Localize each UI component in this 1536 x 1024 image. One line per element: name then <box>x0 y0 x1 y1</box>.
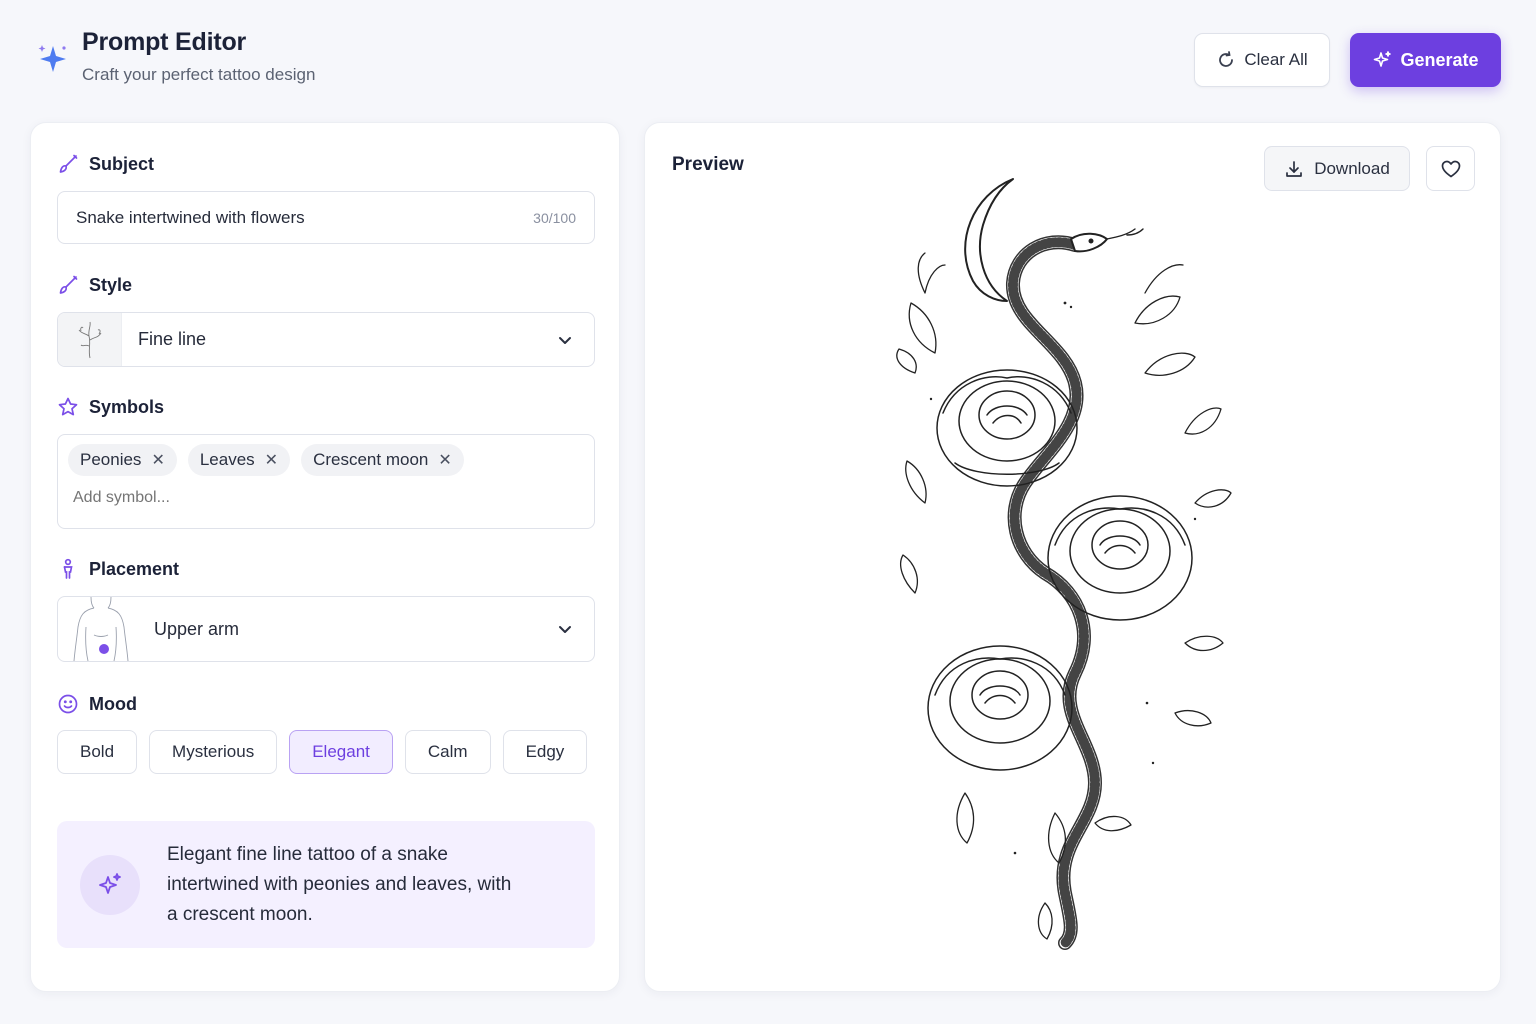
style-thumbnail <box>58 313 122 366</box>
style-section-label: Style <box>57 274 132 296</box>
add-symbol-input[interactable] <box>73 489 373 507</box>
chevron-down-icon <box>559 336 571 344</box>
mood-options: Bold Mysterious Elegant Calm Edgy <box>57 730 588 774</box>
download-icon <box>1286 160 1303 177</box>
symbol-chip: Crescent moon ✕ <box>301 444 464 476</box>
sparkle-icon <box>1374 51 1392 67</box>
mood-option-mysterious[interactable]: Mysterious <box>149 730 278 774</box>
subject-section-label: Subject <box>57 153 154 175</box>
page-title: Prompt Editor <box>82 28 247 56</box>
page-subtitle: Craft your perfect tattoo design <box>82 65 316 84</box>
chevron-down-icon <box>559 626 571 633</box>
download-button[interactable]: Download <box>1264 146 1410 191</box>
remove-chip-icon[interactable]: ✕ <box>438 450 451 470</box>
sparkles-icon <box>38 45 66 72</box>
brush-icon <box>59 275 78 294</box>
clear-all-label: Clear All <box>1244 50 1308 69</box>
placement-select[interactable]: Upper arm <box>57 596 595 662</box>
symbol-chips: Peonies ✕ Leaves ✕ Crescent moon ✕ <box>68 444 584 476</box>
clear-all-button[interactable]: Clear All <box>1194 33 1330 87</box>
preview-title: Preview <box>672 154 744 175</box>
preview-card: Preview Download <box>644 122 1501 992</box>
placement-selected-value: Upper arm <box>154 618 240 639</box>
placement-section-label: Placement <box>57 558 179 580</box>
symbols-input[interactable]: Peonies ✕ Leaves ✕ Crescent moon ✕ <box>57 434 595 529</box>
brush-icon <box>59 154 78 173</box>
heart-icon <box>1441 160 1460 177</box>
summary-text: Elegant fine line tattoo of a snake inte… <box>167 843 512 925</box>
subject-input[interactable]: Snake intertwined with flowers 30/100 <box>57 191 595 244</box>
mood-option-calm[interactable]: Calm <box>404 730 491 774</box>
mood-section-label: Mood <box>57 693 137 715</box>
mood-option-elegant[interactable]: Elegant <box>289 730 393 774</box>
sparkle-icon <box>80 854 140 915</box>
app-header: Prompt Editor Craft your perfect tattoo … <box>36 28 315 85</box>
symbol-chip: Leaves ✕ <box>187 444 291 476</box>
character-counter: 30/100 <box>533 209 576 226</box>
refresh-icon <box>1219 51 1234 67</box>
smile-icon <box>58 694 78 714</box>
remove-chip-icon[interactable]: ✕ <box>151 450 164 470</box>
generate-button[interactable]: Generate <box>1350 33 1501 87</box>
person-icon <box>63 558 73 579</box>
symbols-section-label: Symbols <box>57 396 164 418</box>
tattoo-preview-image <box>896 178 1232 950</box>
style-selected-value: Fine line <box>138 329 207 349</box>
generate-label: Generate <box>1400 49 1479 70</box>
download-label: Download <box>1314 158 1390 178</box>
remove-chip-icon[interactable]: ✕ <box>265 450 278 470</box>
prompt-form-card: Subject Snake intertwined with flowers 3… <box>30 122 620 992</box>
mood-option-edgy[interactable]: Edgy <box>502 730 588 774</box>
prompt-summary: Elegant fine line tattoo of a snake inte… <box>57 821 595 948</box>
star-icon <box>58 397 78 416</box>
mood-option-bold[interactable]: Bold <box>57 730 138 774</box>
subject-value[interactable]: Snake intertwined with flowers <box>76 208 305 228</box>
body-diagram <box>58 597 138 661</box>
style-select[interactable]: Fine line <box>57 312 595 367</box>
favorite-button[interactable] <box>1426 146 1475 191</box>
symbol-chip: Peonies ✕ <box>68 444 177 476</box>
